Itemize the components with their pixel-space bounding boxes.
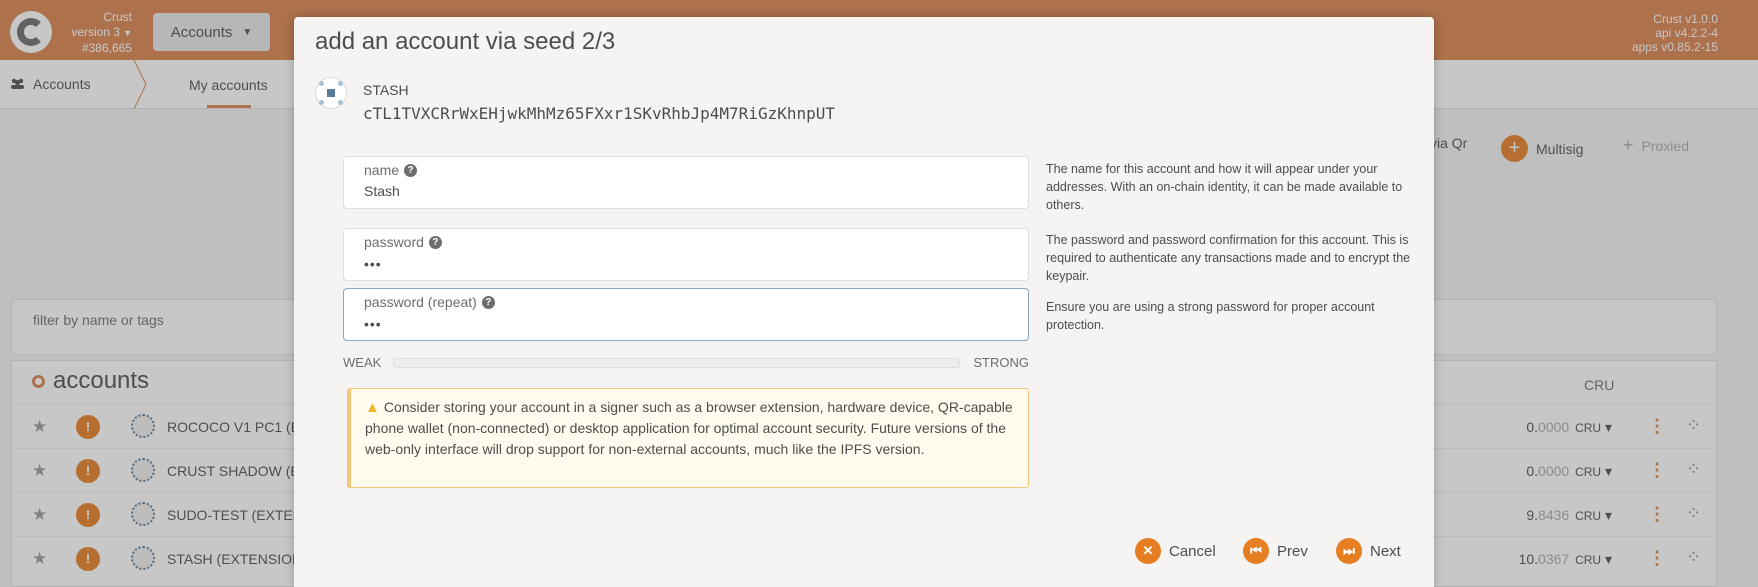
password-repeat-input[interactable]: ••• bbox=[364, 316, 382, 332]
password-label-text: password bbox=[364, 234, 424, 250]
add-account-modal: add an account via seed 2/3 STASH cTL1TV… bbox=[294, 17, 1434, 587]
question-icon[interactable]: ? bbox=[404, 163, 418, 177]
prev-label: Prev bbox=[1277, 542, 1308, 560]
name-field[interactable]: name ? bbox=[343, 156, 1029, 209]
name-help-text: The name for this account and how it wil… bbox=[1046, 162, 1403, 212]
step-backward-icon: ⏮ bbox=[1243, 538, 1269, 564]
name-input[interactable] bbox=[364, 183, 1004, 199]
close-icon: ✕ bbox=[1135, 538, 1161, 564]
strength-weak-label: WEAK bbox=[343, 355, 382, 370]
cancel-button[interactable]: ✕ Cancel bbox=[1135, 538, 1216, 564]
warning-triangle-icon: ▲ bbox=[365, 399, 380, 416]
modal-title: add an account via seed 2/3 bbox=[315, 28, 616, 55]
password-help-text: The password and password confirmation f… bbox=[1046, 233, 1411, 283]
password-repeat-label-text: password (repeat) bbox=[364, 294, 477, 310]
name-field-label: name ? bbox=[364, 162, 418, 178]
prev-button[interactable]: ⏮ Prev bbox=[1243, 538, 1308, 564]
account-address: cTL1TVXCRrWxEHjwkMhMz65FXxr1SKvRhbJp4M7R… bbox=[363, 104, 836, 123]
password-field-label: password ? bbox=[364, 234, 442, 250]
strength-strong-label: STRONG bbox=[973, 355, 1029, 370]
security-warning: ▲ Consider storing your account in a sign… bbox=[347, 388, 1029, 488]
password-repeat-field-label: password (repeat) ? bbox=[364, 294, 495, 310]
question-icon[interactable]: ? bbox=[481, 295, 495, 309]
next-button[interactable]: ⏭ Next bbox=[1336, 538, 1401, 564]
strength-bar bbox=[393, 358, 960, 368]
account-label: STASH bbox=[363, 82, 409, 98]
warning-text: Consider storing your account in a signe… bbox=[365, 399, 1013, 457]
password-input[interactable]: ••• bbox=[364, 256, 382, 272]
password-repeat-field[interactable]: password (repeat) ? ••• bbox=[343, 288, 1029, 341]
account-identicon[interactable] bbox=[315, 77, 347, 109]
cancel-label: Cancel bbox=[1169, 542, 1216, 560]
step-forward-icon: ⏭ bbox=[1336, 538, 1362, 564]
next-label: Next bbox=[1370, 542, 1401, 560]
question-icon[interactable]: ? bbox=[428, 235, 442, 249]
name-label-text: name bbox=[364, 162, 400, 178]
password-repeat-help-text: Ensure you are using a strong password f… bbox=[1046, 300, 1375, 332]
password-field[interactable]: password ? ••• bbox=[343, 228, 1029, 281]
password-strength-meter: WEAK STRONG bbox=[343, 353, 1029, 371]
